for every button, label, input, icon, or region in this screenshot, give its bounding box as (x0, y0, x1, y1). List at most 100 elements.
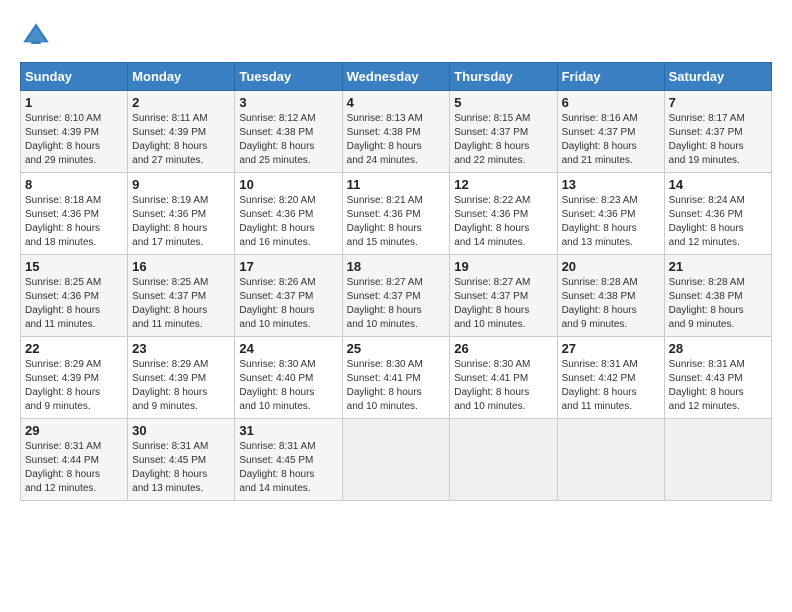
logo (20, 20, 58, 52)
day-number: 14 (669, 177, 767, 192)
day-number: 13 (562, 177, 660, 192)
day-info: Sunrise: 8:25 AM Sunset: 4:36 PM Dayligh… (25, 276, 123, 332)
calendar-table: SundayMondayTuesdayWednesdayThursdayFrid… (20, 62, 772, 501)
column-header-sunday: Sunday (21, 63, 128, 91)
calendar-cell: 14 Sunrise: 8:24 AM Sunset: 4:36 PM Dayli… (664, 173, 771, 255)
day-info: Sunrise: 8:28 AM Sunset: 4:38 PM Dayligh… (669, 276, 767, 332)
calendar-cell: 10 Sunrise: 8:20 AM Sunset: 4:36 PM Dayli… (235, 173, 342, 255)
day-number: 10 (239, 177, 337, 192)
calendar-cell: 26 Sunrise: 8:30 AM Sunset: 4:41 PM Dayli… (450, 337, 557, 419)
calendar-cell: 29 Sunrise: 8:31 AM Sunset: 4:44 PM Dayli… (21, 419, 128, 501)
calendar-cell: 4 Sunrise: 8:13 AM Sunset: 4:38 PM Daylig… (342, 91, 450, 173)
calendar-cell: 24 Sunrise: 8:30 AM Sunset: 4:40 PM Dayli… (235, 337, 342, 419)
day-number: 28 (669, 341, 767, 356)
calendar-cell: 30 Sunrise: 8:31 AM Sunset: 4:45 PM Dayli… (128, 419, 235, 501)
calendar-cell: 13 Sunrise: 8:23 AM Sunset: 4:36 PM Dayli… (557, 173, 664, 255)
day-number: 11 (347, 177, 446, 192)
calendar-cell: 6 Sunrise: 8:16 AM Sunset: 4:37 PM Daylig… (557, 91, 664, 173)
day-info: Sunrise: 8:25 AM Sunset: 4:37 PM Dayligh… (132, 276, 230, 332)
calendar-cell: 17 Sunrise: 8:26 AM Sunset: 4:37 PM Dayli… (235, 255, 342, 337)
day-number: 21 (669, 259, 767, 274)
calendar-cell: 1Sunrise: 8:10 AM Sunset: 4:39 PM Daylig… (21, 91, 128, 173)
day-number: 6 (562, 95, 660, 110)
calendar-cell: 21 Sunrise: 8:28 AM Sunset: 4:38 PM Dayli… (664, 255, 771, 337)
day-info: Sunrise: 8:13 AM Sunset: 4:38 PM Dayligh… (347, 112, 446, 168)
day-number: 24 (239, 341, 337, 356)
day-number: 18 (347, 259, 446, 274)
calendar-week-2: 8 Sunrise: 8:18 AM Sunset: 4:36 PM Daylig… (21, 173, 772, 255)
day-info: Sunrise: 8:31 AM Sunset: 4:42 PM Dayligh… (562, 358, 660, 414)
day-number: 9 (132, 177, 230, 192)
day-number: 26 (454, 341, 552, 356)
day-number: 31 (239, 423, 337, 438)
day-info: Sunrise: 8:31 AM Sunset: 4:44 PM Dayligh… (25, 440, 123, 496)
day-number: 2 (132, 95, 230, 110)
day-number: 15 (25, 259, 123, 274)
column-header-saturday: Saturday (664, 63, 771, 91)
day-info: Sunrise: 8:16 AM Sunset: 4:37 PM Dayligh… (562, 112, 660, 168)
calendar-cell: 22 Sunrise: 8:29 AM Sunset: 4:39 PM Dayli… (21, 337, 128, 419)
day-info: Sunrise: 8:28 AM Sunset: 4:38 PM Dayligh… (562, 276, 660, 332)
calendar-cell: 2Sunrise: 8:11 AM Sunset: 4:39 PM Daylig… (128, 91, 235, 173)
calendar-cell: 9 Sunrise: 8:19 AM Sunset: 4:36 PM Daylig… (128, 173, 235, 255)
day-number: 23 (132, 341, 230, 356)
calendar-cell: 28 Sunrise: 8:31 AM Sunset: 4:43 PM Dayli… (664, 337, 771, 419)
day-info: Sunrise: 8:27 AM Sunset: 4:37 PM Dayligh… (454, 276, 552, 332)
day-info: Sunrise: 8:20 AM Sunset: 4:36 PM Dayligh… (239, 194, 337, 250)
day-info: Sunrise: 8:17 AM Sunset: 4:37 PM Dayligh… (669, 112, 767, 168)
day-info: Sunrise: 8:10 AM Sunset: 4:39 PM Dayligh… (25, 112, 123, 168)
day-info: Sunrise: 8:12 AM Sunset: 4:38 PM Dayligh… (239, 112, 337, 168)
day-info: Sunrise: 8:15 AM Sunset: 4:37 PM Dayligh… (454, 112, 552, 168)
calendar-cell (664, 419, 771, 501)
calendar-cell: 25 Sunrise: 8:30 AM Sunset: 4:41 PM Dayli… (342, 337, 450, 419)
day-number: 8 (25, 177, 123, 192)
day-number: 22 (25, 341, 123, 356)
day-number: 5 (454, 95, 552, 110)
logo-icon (20, 20, 52, 52)
day-info: Sunrise: 8:30 AM Sunset: 4:40 PM Dayligh… (239, 358, 337, 414)
day-info: Sunrise: 8:30 AM Sunset: 4:41 PM Dayligh… (347, 358, 446, 414)
day-info: Sunrise: 8:31 AM Sunset: 4:45 PM Dayligh… (239, 440, 337, 496)
day-number: 3 (239, 95, 337, 110)
day-number: 12 (454, 177, 552, 192)
day-number: 4 (347, 95, 446, 110)
calendar-cell: 7 Sunrise: 8:17 AM Sunset: 4:37 PM Daylig… (664, 91, 771, 173)
calendar-cell: 27 Sunrise: 8:31 AM Sunset: 4:42 PM Dayli… (557, 337, 664, 419)
calendar-cell (450, 419, 557, 501)
day-number: 19 (454, 259, 552, 274)
day-info: Sunrise: 8:30 AM Sunset: 4:41 PM Dayligh… (454, 358, 552, 414)
day-number: 7 (669, 95, 767, 110)
day-info: Sunrise: 8:31 AM Sunset: 4:43 PM Dayligh… (669, 358, 767, 414)
calendar-cell: 3 Sunrise: 8:12 AM Sunset: 4:38 PM Daylig… (235, 91, 342, 173)
calendar-cell: 19 Sunrise: 8:27 AM Sunset: 4:37 PM Dayli… (450, 255, 557, 337)
page-header (20, 20, 772, 52)
calendar-cell: 31 Sunrise: 8:31 AM Sunset: 4:45 PM Dayli… (235, 419, 342, 501)
calendar-cell: 23 Sunrise: 8:29 AM Sunset: 4:39 PM Dayli… (128, 337, 235, 419)
column-header-monday: Monday (128, 63, 235, 91)
calendar-week-4: 22 Sunrise: 8:29 AM Sunset: 4:39 PM Dayli… (21, 337, 772, 419)
day-info: Sunrise: 8:27 AM Sunset: 4:37 PM Dayligh… (347, 276, 446, 332)
day-number: 29 (25, 423, 123, 438)
day-number: 27 (562, 341, 660, 356)
day-info: Sunrise: 8:23 AM Sunset: 4:36 PM Dayligh… (562, 194, 660, 250)
day-info: Sunrise: 8:29 AM Sunset: 4:39 PM Dayligh… (132, 358, 230, 414)
calendar-week-5: 29 Sunrise: 8:31 AM Sunset: 4:44 PM Dayli… (21, 419, 772, 501)
day-info: Sunrise: 8:19 AM Sunset: 4:36 PM Dayligh… (132, 194, 230, 250)
day-info: Sunrise: 8:29 AM Sunset: 4:39 PM Dayligh… (25, 358, 123, 414)
calendar-cell: 20 Sunrise: 8:28 AM Sunset: 4:38 PM Dayli… (557, 255, 664, 337)
calendar-cell: 5 Sunrise: 8:15 AM Sunset: 4:37 PM Daylig… (450, 91, 557, 173)
day-info: Sunrise: 8:18 AM Sunset: 4:36 PM Dayligh… (25, 194, 123, 250)
calendar-cell: 16Sunrise: 8:25 AM Sunset: 4:37 PM Dayli… (128, 255, 235, 337)
day-info: Sunrise: 8:24 AM Sunset: 4:36 PM Dayligh… (669, 194, 767, 250)
day-number: 25 (347, 341, 446, 356)
day-number: 30 (132, 423, 230, 438)
day-number: 17 (239, 259, 337, 274)
calendar-cell (557, 419, 664, 501)
day-info: Sunrise: 8:31 AM Sunset: 4:45 PM Dayligh… (132, 440, 230, 496)
calendar-week-3: 15 Sunrise: 8:25 AM Sunset: 4:36 PM Dayli… (21, 255, 772, 337)
day-info: Sunrise: 8:26 AM Sunset: 4:37 PM Dayligh… (239, 276, 337, 332)
calendar-week-1: 1Sunrise: 8:10 AM Sunset: 4:39 PM Daylig… (21, 91, 772, 173)
calendar-cell (342, 419, 450, 501)
day-number: 20 (562, 259, 660, 274)
calendar-cell: 12Sunrise: 8:22 AM Sunset: 4:36 PM Dayli… (450, 173, 557, 255)
